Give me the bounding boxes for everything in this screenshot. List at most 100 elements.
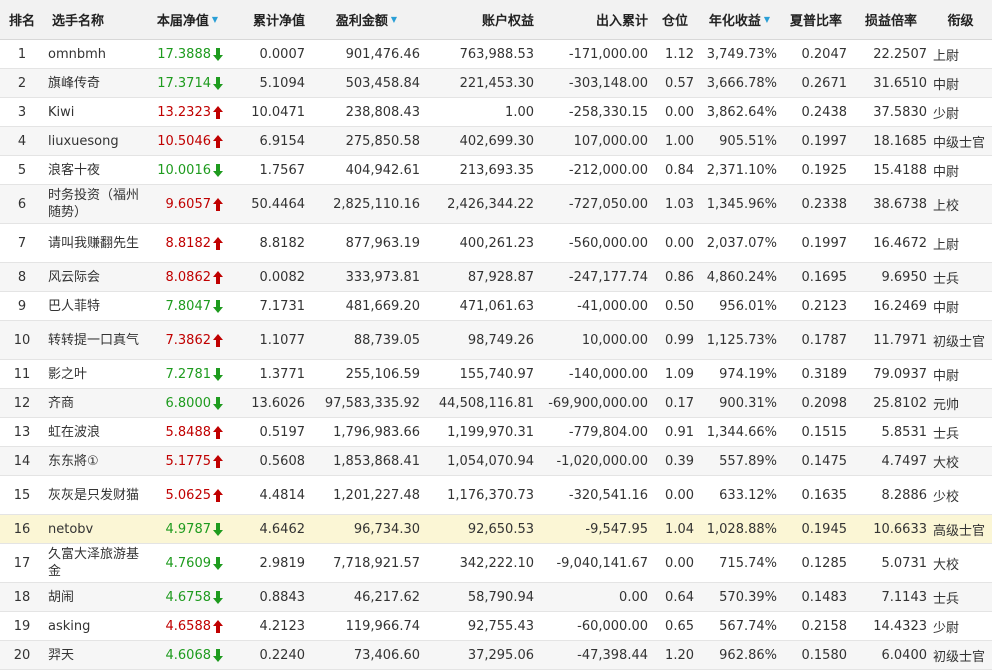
cell-position-text: 0.91 (665, 424, 694, 440)
cell-annual: 956.01% (698, 292, 781, 320)
table-row[interactable]: 10 转转提一口真气 7.3862 1.1077 88,739.05 98,749.26 1… (0, 321, 992, 360)
cell-sharpe: 0.1787 (781, 321, 851, 359)
table-row[interactable]: 8 风云际会 8.0862 0.0082 333,973.81 87,928.87 -247… (0, 263, 992, 292)
table-row[interactable]: 5 浪客十夜 10.0016 1.7567 404,942.61 213,693.35 -2… (0, 156, 992, 185)
cell-sharpe-text: 0.2158 (801, 618, 848, 634)
cell-position: 0.65 (652, 612, 698, 640)
header-profit-sortable[interactable]: 盈利金额 ▼ (309, 0, 424, 39)
table-row[interactable]: 1 omnbmh 17.3888 0.0007 901,476.46 763,988.53… (0, 40, 992, 69)
cell-cum-nav-text: 0.0007 (259, 46, 306, 62)
cell-inout-text: -727,050.00 (568, 196, 648, 212)
cell-annual-text: 3,749.73% (706, 46, 777, 62)
table-row[interactable]: 19 asking 4.6588 4.2123 119,966.74 92,755.43 -… (0, 612, 992, 641)
cell-title-text: 士兵 (933, 591, 960, 607)
cell-name[interactable]: 久富大泽旅游基金 (44, 544, 148, 582)
cell-position-text: 0.00 (665, 555, 694, 571)
header-name: 选手名称 (52, 14, 105, 29)
table-row[interactable]: 13 虹在波浪 5.8488 0.5197 1,796,983.66 1,199,970.… (0, 418, 992, 447)
arrow-down-icon (213, 648, 223, 662)
cell-inout: -60,000.00 (538, 612, 652, 640)
table-row[interactable]: 16 netobv 4.9787 4.6462 96,734.30 92,650.53 -9… (0, 515, 992, 544)
cell-position-text: 0.99 (665, 332, 694, 348)
cell-annual: 1,125.73% (698, 321, 781, 359)
cell-equity: 98,749.26 (424, 321, 538, 359)
cell-name[interactable]: 胡闹 (44, 583, 148, 611)
player-name-link: 请叫我赚翻先生 (48, 235, 140, 251)
table-row[interactable]: 3 Kiwi 13.2323 10.0471 238,808.43 1.00 -258,33… (0, 98, 992, 127)
cell-nav: 10.0016 (148, 156, 227, 184)
cell-inout: -212,000.00 (538, 156, 652, 184)
cell-nav-text: 4.6588 (165, 618, 212, 634)
cell-annual-text: 962.86% (719, 647, 777, 663)
cell-name[interactable]: 请叫我赚翻先生 (44, 224, 148, 262)
cell-name[interactable]: 影之叶 (44, 360, 148, 388)
cell-name[interactable]: 东东將① (44, 447, 148, 475)
cell-name[interactable]: 转转提一口真气 (44, 321, 148, 359)
cell-position-text: 0.00 (665, 235, 694, 251)
cell-rank-text: 10 (13, 332, 31, 348)
cell-pl-ratio-text: 31.6510 (873, 75, 927, 91)
cell-name[interactable]: netobv (44, 515, 148, 543)
cell-name[interactable]: asking (44, 612, 148, 640)
cell-title-text: 士兵 (933, 271, 960, 287)
cell-inout: 10,000.00 (538, 321, 652, 359)
cell-sharpe-text: 0.2671 (801, 75, 848, 91)
cell-title-text: 元帅 (933, 397, 960, 413)
cell-annual-text: 974.19% (719, 366, 777, 382)
cell-name[interactable]: liuxuesong (44, 127, 148, 155)
table-row[interactable]: 14 东东將① 5.1775 0.5608 1,853,868.41 1,054,070.… (0, 447, 992, 476)
table-row[interactable]: 12 齐商 6.8000 13.6026 97,583,335.92 44,508,116… (0, 389, 992, 418)
table-row[interactable]: 11 影之叶 7.2781 1.3771 255,106.59 155,740.97 -14… (0, 360, 992, 389)
cell-name[interactable]: 巴人菲特 (44, 292, 148, 320)
cell-name[interactable]: 旗峰传奇 (44, 69, 148, 97)
table-row[interactable]: 6 时务投资（福州随势） 9.6057 50.4464 2,825,110.16 2,42… (0, 185, 992, 224)
cell-name[interactable]: 虹在波浪 (44, 418, 148, 446)
cell-cum-nav-text: 50.4464 (251, 196, 305, 212)
cell-cum-nav: 0.2240 (227, 641, 309, 669)
table-row[interactable]: 20 羿天 4.6068 0.2240 73,406.60 37,295.06 -47,39… (0, 641, 992, 670)
cell-title-text: 中尉 (933, 300, 960, 316)
header-nav-sortable[interactable]: 本届净值 ▼ (148, 0, 227, 39)
cell-cum-nav: 0.0007 (227, 40, 309, 68)
table-row[interactable]: 7 请叫我赚翻先生 8.8182 8.8182 877,963.19 400,261.23… (0, 224, 992, 263)
cell-rank: 11 (0, 360, 44, 388)
cell-equity: 213,693.35 (424, 156, 538, 184)
cell-name[interactable]: 羿天 (44, 641, 148, 669)
table-row[interactable]: 9 巴人菲特 7.8047 7.1731 481,669.20 471,061.63 -41… (0, 292, 992, 321)
header-annual-sortable[interactable]: 年化收益 ▼ (698, 0, 781, 39)
cell-nav: 8.8182 (148, 224, 227, 262)
header-cum-nav: 累计净值 (252, 14, 305, 29)
table-row[interactable]: 17 久富大泽旅游基金 4.7609 2.9819 7,718,921.57 342,22… (0, 544, 992, 583)
cell-name[interactable]: Kiwi (44, 98, 148, 126)
cell-name[interactable]: 灰灰是只发财猫 (44, 476, 148, 514)
cell-cum-nav-text: 13.6026 (251, 395, 305, 411)
cell-name[interactable]: 浪客十夜 (44, 156, 148, 184)
table-row[interactable]: 15 灰灰是只发财猫 5.0625 4.4814 1,201,227.48 1,176,3… (0, 476, 992, 515)
cell-position: 1.12 (652, 40, 698, 68)
cell-position: 0.00 (652, 98, 698, 126)
cell-position-text: 1.03 (665, 196, 694, 212)
cell-inout-text: -69,900,000.00 (548, 395, 648, 411)
cell-sharpe-text: 0.1483 (801, 589, 848, 605)
cell-title-text: 大校 (933, 557, 960, 573)
cell-pl-ratio: 37.5830 (851, 98, 931, 126)
cell-annual: 4,860.24% (698, 263, 781, 291)
cell-name[interactable]: 时务投资（福州随势） (44, 185, 148, 223)
table-row[interactable]: 2 旗峰传奇 17.3714 5.1094 503,458.84 221,453.30 -3… (0, 69, 992, 98)
cell-name[interactable]: omnbmh (44, 40, 148, 68)
cell-name[interactable]: 风云际会 (44, 263, 148, 291)
cell-title: 中级士官 (931, 127, 992, 155)
cell-position: 0.91 (652, 418, 698, 446)
cell-position: 0.00 (652, 544, 698, 582)
cell-name[interactable]: 齐商 (44, 389, 148, 417)
player-name-link: 风云际会 (48, 269, 101, 285)
table-row[interactable]: 4 liuxuesong 10.5046 6.9154 275,850.58 402,69… (0, 127, 992, 156)
cell-rank: 4 (0, 127, 44, 155)
cell-nav-text: 7.8047 (165, 298, 212, 314)
table-row[interactable]: 18 胡闹 4.6758 0.8843 46,217.62 58,790.94 0.00 0.… (0, 583, 992, 612)
cell-title-text: 高级士官 (933, 523, 986, 539)
cell-profit-text: 503,458.84 (345, 75, 420, 91)
cell-position-text: 0.64 (665, 589, 694, 605)
cell-cum-nav-text: 1.7567 (259, 162, 306, 178)
cell-equity: 400,261.23 (424, 224, 538, 262)
